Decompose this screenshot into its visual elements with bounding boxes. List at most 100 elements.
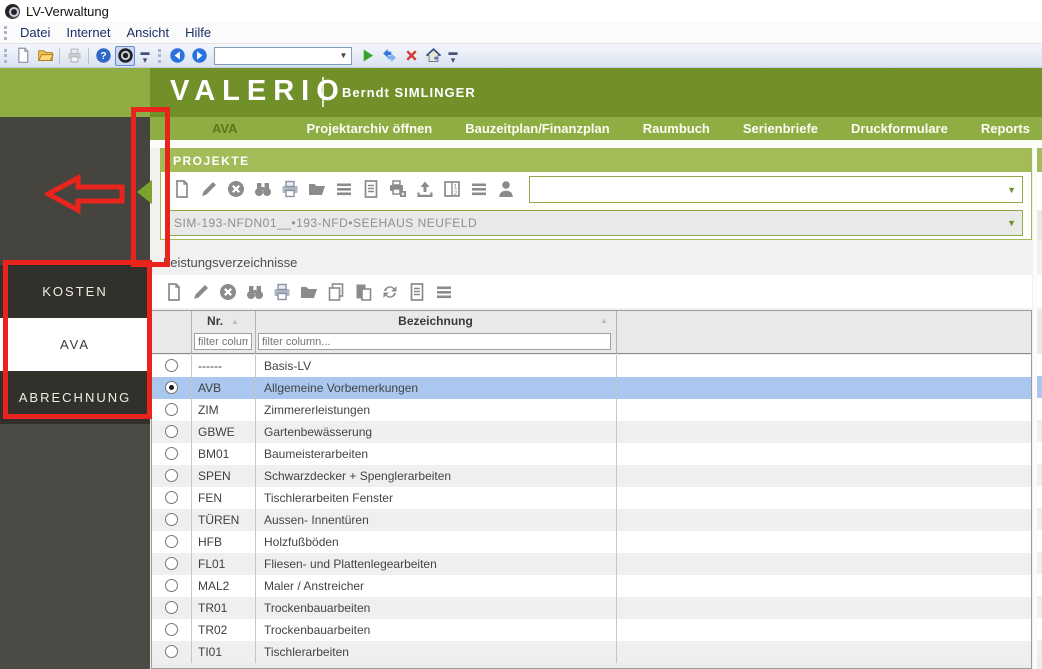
address-input[interactable] — [217, 49, 335, 63]
sidebar-item-kosten[interactable]: KOSTEN — [0, 265, 150, 318]
row-radio[interactable] — [165, 403, 178, 416]
table-row[interactable]: AVBAllgemeine Vorbemerkungen — [152, 377, 1031, 399]
toolbar-grip[interactable] — [4, 26, 7, 40]
new-file-icon[interactable] — [13, 46, 33, 66]
print-icon[interactable] — [64, 46, 84, 66]
document-icon[interactable] — [360, 178, 381, 199]
nav-item-serienbriefe[interactable]: Serienbriefe — [743, 121, 818, 136]
nav-item-druckformulare[interactable]: Druckformulare — [851, 121, 948, 136]
chevron-down-icon[interactable]: ▼ — [336, 48, 351, 64]
refresh-icon[interactable] — [379, 281, 400, 302]
toolbar-grip[interactable] — [4, 49, 7, 63]
menu-item-internet[interactable]: Internet — [58, 25, 118, 40]
delete-icon[interactable] — [225, 178, 246, 199]
toolbar-grip[interactable] — [158, 49, 161, 63]
sidebar-item-abrechnung[interactable]: ABRECHNUNG — [0, 371, 150, 424]
table-row[interactable]: TI01Tischlerarbeiten — [152, 641, 1031, 663]
nav-item-bauzeitplan-finanzplan[interactable]: Bauzeitplan/Finanzplan — [465, 121, 609, 136]
table-row[interactable]: GBWEGartenbewässerung — [152, 421, 1031, 443]
toolbar-overflow-icon[interactable]: ▬▾ — [139, 48, 151, 64]
forward-icon[interactable] — [189, 46, 209, 66]
home-icon[interactable] — [423, 46, 443, 66]
valerio-logo-icon[interactable] — [115, 46, 135, 66]
print-icon[interactable] — [279, 178, 300, 199]
cell-nr: BM01 — [198, 443, 229, 465]
row-radio[interactable] — [165, 535, 178, 548]
help-icon[interactable]: ? — [93, 46, 113, 66]
nav-item-ava[interactable]: AVA — [212, 121, 238, 136]
table-row[interactable]: TR01Trockenbauarbeiten — [152, 597, 1031, 619]
table-row[interactable]: BM01Baumeisterarbeiten — [152, 443, 1031, 465]
row-radio[interactable] — [165, 469, 178, 482]
row-radio[interactable] — [165, 645, 178, 658]
run-icon[interactable] — [357, 46, 377, 66]
back-icon[interactable] — [167, 46, 187, 66]
nav-item-reports[interactable]: Reports — [981, 121, 1030, 136]
table-row[interactable]: HFBHolzfußböden — [152, 531, 1031, 553]
upload-icon[interactable] — [414, 178, 435, 199]
open-file-icon[interactable] — [35, 46, 55, 66]
row-radio[interactable] — [165, 601, 178, 614]
chevron-down-icon[interactable]: ▼ — [1007, 185, 1016, 195]
edit-icon[interactable] — [198, 178, 219, 199]
row-radio[interactable] — [165, 513, 178, 526]
list-details-icon[interactable] — [468, 178, 489, 199]
cell-nr: ZIM — [198, 399, 219, 421]
toolbar-separator — [59, 48, 60, 64]
column-header-nr[interactable]: Nr.▲ — [191, 311, 255, 331]
project-combobox[interactable]: SIM-193-NFDN01__•193-NFD•SEEHAUS NEUFELD… — [166, 210, 1023, 236]
row-radio[interactable] — [165, 381, 178, 394]
split-view-icon[interactable]: 12 — [441, 178, 462, 199]
search-icon[interactable] — [252, 178, 273, 199]
row-radio[interactable] — [165, 425, 178, 438]
filter-input-bezeichnung[interactable] — [258, 333, 611, 350]
edit-icon[interactable] — [190, 281, 211, 302]
chevron-down-icon[interactable]: ▼ — [1007, 218, 1016, 228]
sort-asc-icon[interactable]: ▲ — [231, 317, 239, 326]
lv-toolbar — [151, 275, 1032, 308]
user-icon[interactable] — [495, 178, 516, 199]
search-icon[interactable] — [244, 281, 265, 302]
open-folder-icon[interactable] — [298, 281, 319, 302]
sync-icon[interactable] — [379, 46, 399, 66]
table-row[interactable]: ZIMZimmererleistungen — [152, 399, 1031, 421]
filter-input-nr[interactable] — [194, 333, 252, 350]
copy-icon[interactable] — [325, 281, 346, 302]
sidebar-item-ava[interactable]: AVA — [0, 318, 150, 371]
table-row[interactable]: ------Basis-LV — [152, 355, 1031, 377]
project-filter-combobox[interactable]: ▼ — [529, 176, 1023, 203]
row-radio[interactable] — [165, 447, 178, 460]
menu-item-hilfe[interactable]: Hilfe — [177, 25, 219, 40]
document-icon[interactable] — [406, 281, 427, 302]
table-row[interactable]: TR02Trockenbauarbeiten — [152, 619, 1031, 641]
open-folder-icon[interactable] — [306, 178, 327, 199]
paste-icon[interactable] — [352, 281, 373, 302]
row-radio[interactable] — [165, 557, 178, 570]
new-document-icon[interactable] — [171, 178, 192, 199]
nav-item-projektarchiv-ffnen[interactable]: Projektarchiv öffnen — [307, 121, 433, 136]
sort-asc-icon[interactable]: ▲ — [600, 316, 608, 325]
table-row[interactable]: FL01Fliesen- und Plattenlegearbeiten — [152, 553, 1031, 575]
delete-icon[interactable] — [217, 281, 238, 302]
toolbar-overflow-icon[interactable]: ▬▾ — [447, 48, 459, 64]
menu-item-datei[interactable]: Datei — [12, 25, 58, 40]
new-document-icon[interactable] — [163, 281, 184, 302]
menu-item-ansicht[interactable]: Ansicht — [118, 25, 177, 40]
row-radio[interactable] — [165, 359, 178, 372]
address-combobox[interactable]: ▼ — [214, 47, 352, 65]
row-radio[interactable] — [165, 579, 178, 592]
table-row[interactable]: FENTischlerarbeiten Fenster — [152, 487, 1031, 509]
print-icon[interactable] — [271, 281, 292, 302]
table-row[interactable]: SPENSchwarzdecker + Spenglerarbeiten — [152, 465, 1031, 487]
list-icon[interactable] — [433, 281, 454, 302]
table-row[interactable]: TÜRENAussen- Innentüren — [152, 509, 1031, 531]
stop-icon[interactable] — [401, 46, 421, 66]
row-radio[interactable] — [165, 491, 178, 504]
print-export-icon[interactable] — [387, 178, 408, 199]
row-radio[interactable] — [165, 623, 178, 636]
collapse-sidebar-icon[interactable] — [137, 180, 152, 204]
nav-item-raumbuch[interactable]: Raumbuch — [643, 121, 710, 136]
column-header-bezeichnung[interactable]: Bezeichnung — [255, 311, 616, 331]
table-row[interactable]: MAL2Maler / Anstreicher — [152, 575, 1031, 597]
list-icon[interactable] — [333, 178, 354, 199]
